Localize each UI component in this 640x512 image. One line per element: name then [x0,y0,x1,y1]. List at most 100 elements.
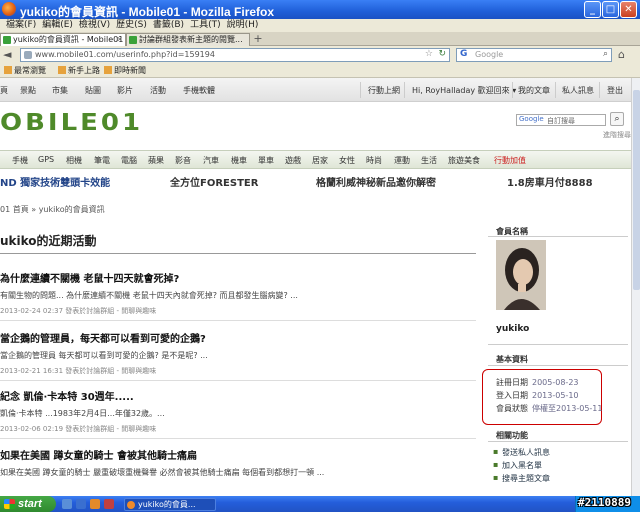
category-computer[interactable]: 電腦 [121,155,137,166]
category-gps[interactable]: GPS [38,155,54,164]
category-home[interactable]: 居家 [312,155,328,166]
category-av[interactable]: 影音 [175,155,191,166]
nav-my-posts[interactable]: 我的文章 [518,85,550,96]
category-apple[interactable]: 蘋果 [148,155,164,166]
sidebar-divider [488,344,628,345]
nav-item-apps[interactable]: 手機軟體 [183,85,215,96]
sidebar-divider [488,365,628,366]
firefox-icon [127,501,135,509]
menu-tools[interactable]: 工具(T) [190,19,221,32]
back-arrow-icon[interactable]: ◄ [3,48,11,61]
firefox-quicklaunch-icon[interactable] [90,499,100,509]
category-notebook[interactable]: 筆電 [94,155,110,166]
post-title-link[interactable]: 如果在美國 蹲女童的騎士 會被其他騎士痛扁 [0,447,197,462]
promo-link[interactable]: 1.8房車月付8888 [507,174,593,189]
sidebar-divider [488,441,628,442]
post-excerpt: 凱倫·卡本特 ...1983年2月4日...年僅32歲。... [0,409,165,418]
firefox-icon [2,2,16,16]
nav-mobile-web[interactable]: 行動上網 [368,85,400,96]
taskbar-firefox-window[interactable]: yukiko的會員... [124,498,216,511]
menu-view[interactable]: 檢視(V) [79,19,110,32]
item-divider [0,380,476,381]
category-life[interactable]: 生活 [421,155,437,166]
nav-item-spots[interactable]: 景點 [20,85,36,96]
post-title-link[interactable]: 當企鵝的管理員，每天都可以看到可愛的企鵝? [0,330,206,345]
quicklaunch-app-icon[interactable] [104,499,114,509]
nav-item-market[interactable]: 市集 [52,85,68,96]
post-excerpt: 當企鵝的管理員 每天都可以看到可愛的企鵝? 是不是呢? ... [0,351,208,360]
activity-item: 如果在美國 蹲女童的騎士 會被其他騎士痛扁 如果在美國 蹲女童的騎士 嚴重破壞重… [0,447,476,496]
basic-info-heading: 基本資料 [496,355,528,364]
show-desktop-icon[interactable] [62,499,72,509]
tab-forum-post[interactable]: 討論群組發表新主題的閱覽... [126,33,250,46]
category-phone[interactable]: 手機 [12,155,28,166]
category-travel-food[interactable]: 旅遊美食 [448,155,480,166]
nav-user-greeting[interactable]: Hi, RoyHalladay 歡迎回來 ▾ [412,85,516,96]
new-tab-button[interactable]: + [252,33,264,45]
mobile01-favicon-icon [3,36,11,44]
bookmark-star-icon[interactable]: ☆ [425,49,433,59]
google-engine-icon[interactable]: G [460,49,467,59]
start-label: start [18,498,42,510]
post-meta: 2013-02-21 16:31 發表於討論群組 - 閒聊與趣味 [0,367,157,375]
category-camera[interactable]: 相機 [66,155,82,166]
breadcrumb[interactable]: 01 首頁 » yukiko的會員資訊 [0,204,105,215]
start-button[interactable]: start [0,496,56,512]
search-icon[interactable]: ⌕ [603,49,608,59]
promo-link[interactable]: 格蘭利威神秘新品邀你解密 [316,174,436,189]
scrollbar-thumb[interactable] [633,90,640,290]
menu-bookmarks[interactable]: 書籤(B) [153,19,184,32]
bookmark-latest-news[interactable]: 即時新聞 [104,65,146,77]
post-title-link[interactable]: 紀念 凱倫·卡本特 30週年..... [0,388,134,403]
vertical-scrollbar[interactable] [631,78,640,496]
nav-private-messages[interactable]: 私人訊息 [562,85,594,96]
send-message-link[interactable]: 發送私人訊息 [493,447,550,458]
reload-icon[interactable]: ↻ [438,49,446,59]
maximize-button[interactable]: □ [602,1,619,18]
category-games[interactable]: 遊戲 [285,155,301,166]
ie-icon[interactable] [76,499,86,509]
post-meta: 2013-02-24 02:37 發表於討論群組 - 閒聊與趣味 [0,307,157,315]
category-women[interactable]: 女性 [339,155,355,166]
nav-item-home[interactable]: 頁 [0,85,8,96]
tab-member-info[interactable]: yukiko的會員資訊 - Mobile01 ✕ [0,33,126,46]
rss-icon [104,66,112,74]
promo-link[interactable]: 全方位FORESTER [170,174,258,189]
add-blacklist-link[interactable]: 加入黑名單 [493,460,542,471]
browser-search-box[interactable]: G Google ⌕ [456,48,612,62]
menu-history[interactable]: 歷史(S) [116,19,147,32]
category-motorcycle[interactable]: 機車 [231,155,247,166]
nav-logout[interactable]: 登出 [607,85,623,96]
home-icon[interactable]: ⌂ [618,48,625,61]
menu-file[interactable]: 檔案(F) [6,19,36,32]
window-titlebar: yukiko的會員資訊 - Mobile01 - Mozilla Firefox… [0,0,640,19]
category-sports[interactable]: 運動 [394,155,410,166]
nav-item-videos[interactable]: 影片 [117,85,133,96]
mobile01-logo[interactable]: OBILE01 [0,110,143,137]
menu-help[interactable]: 說明(H) [227,19,259,32]
nav-item-events[interactable]: 活動 [150,85,166,96]
tab-label: 討論群組發表新主題的閱覽... [139,35,243,44]
bookmark-getting-started[interactable]: 新手上路 [58,65,100,77]
site-search-input[interactable]: Google 自訂搜尋 [516,114,606,126]
category-fashion[interactable]: 時尚 [366,155,382,166]
search-posts-link[interactable]: 搜尋主題文章 [493,473,550,484]
menu-edit[interactable]: 編輯(E) [42,19,73,32]
nav-item-photos[interactable]: 貼圖 [85,85,101,96]
url-bar[interactable]: www.mobile01.com/userinfo.php?id=159194 … [20,48,450,62]
item-divider [0,438,476,439]
category-mobile-vas[interactable]: 行動加值 [494,155,526,166]
minimize-button[interactable]: _ [584,1,601,18]
taskbar-item-label: yukiko的會員... [138,500,196,509]
mobile01-favicon-icon [129,36,137,44]
bookmark-most-visited[interactable]: 最常瀏覽 [4,65,46,77]
promo-link[interactable]: ND 獨家技術雙頭卡效能 [0,174,110,189]
category-bicycle[interactable]: 單車 [258,155,274,166]
category-car[interactable]: 汽車 [203,155,219,166]
close-window-button[interactable]: ✕ [620,1,637,18]
info-registered-date: 註冊日期 2005-08-23 [496,378,579,387]
close-tab-icon[interactable]: ✕ [116,34,123,46]
post-title-link[interactable]: 為什麼連續不關機 老鼠十四天就會死掉? [0,270,179,285]
site-search-button[interactable]: ⌕ [610,112,624,126]
advanced-search-link[interactable]: 進階搜尋 [603,130,631,140]
